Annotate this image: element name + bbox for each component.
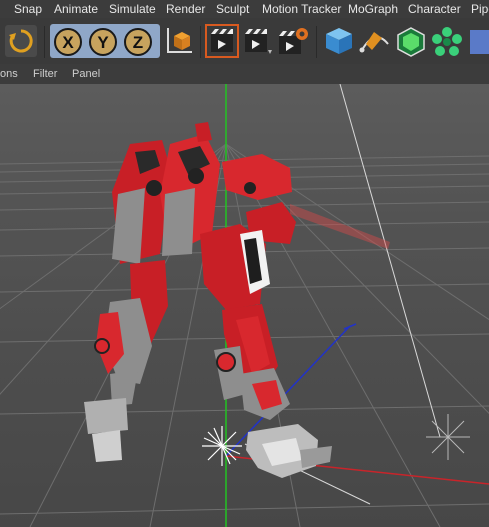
menu-animate[interactable]: Animate — [54, 2, 98, 16]
render-settings-icon[interactable] — [277, 24, 311, 58]
subdivision-surface-icon[interactable] — [394, 24, 428, 58]
viewport-menu-options[interactable]: ons — [0, 68, 18, 80]
x-axis-button[interactable]: X — [54, 28, 82, 56]
toolbar-separator — [200, 26, 201, 58]
menu-simulate[interactable]: Simulate — [109, 2, 156, 16]
z-axis-button[interactable]: Z — [124, 28, 152, 56]
menu-pipeline[interactable]: Pipe — [471, 2, 489, 16]
toolbar-separator — [316, 26, 317, 58]
render-view-icon[interactable] — [205, 24, 239, 58]
light-object-icon — [202, 426, 242, 466]
menu-sculpt[interactable]: Sculpt — [216, 2, 249, 16]
menu-snap[interactable]: Snap — [14, 2, 42, 16]
cube-primitive-icon[interactable] — [322, 24, 356, 58]
viewport-scene — [0, 84, 489, 527]
toolbar: X Y Z — [0, 18, 489, 65]
y-axis-button[interactable]: Y — [89, 28, 117, 56]
cloner-icon[interactable] — [430, 24, 464, 58]
pen-spline-icon[interactable] — [358, 24, 392, 58]
menu-character[interactable]: Character — [408, 2, 461, 16]
viewport-menu-panel[interactable]: Panel — [72, 68, 100, 80]
rotate-tool-icon[interactable] — [4, 24, 38, 58]
viewport-menu-filter[interactable]: Filter — [33, 68, 57, 80]
menu-bar: Snap Animate Simulate Render Sculpt Moti… — [0, 0, 489, 18]
light-object-icon — [426, 414, 470, 460]
3d-viewport[interactable] — [0, 84, 489, 527]
menu-motion-tracker[interactable]: Motion Tracker — [262, 2, 341, 16]
menu-mograph[interactable]: MoGraph — [348, 2, 398, 16]
viewport-menu-bar: ons Filter Panel — [0, 64, 489, 84]
menu-render[interactable]: Render — [166, 2, 205, 16]
render-picture-viewer-icon[interactable] — [241, 24, 275, 58]
coordinate-system-icon[interactable] — [162, 24, 196, 58]
deformer-icon[interactable] — [466, 24, 489, 58]
toolbar-separator — [44, 26, 45, 58]
